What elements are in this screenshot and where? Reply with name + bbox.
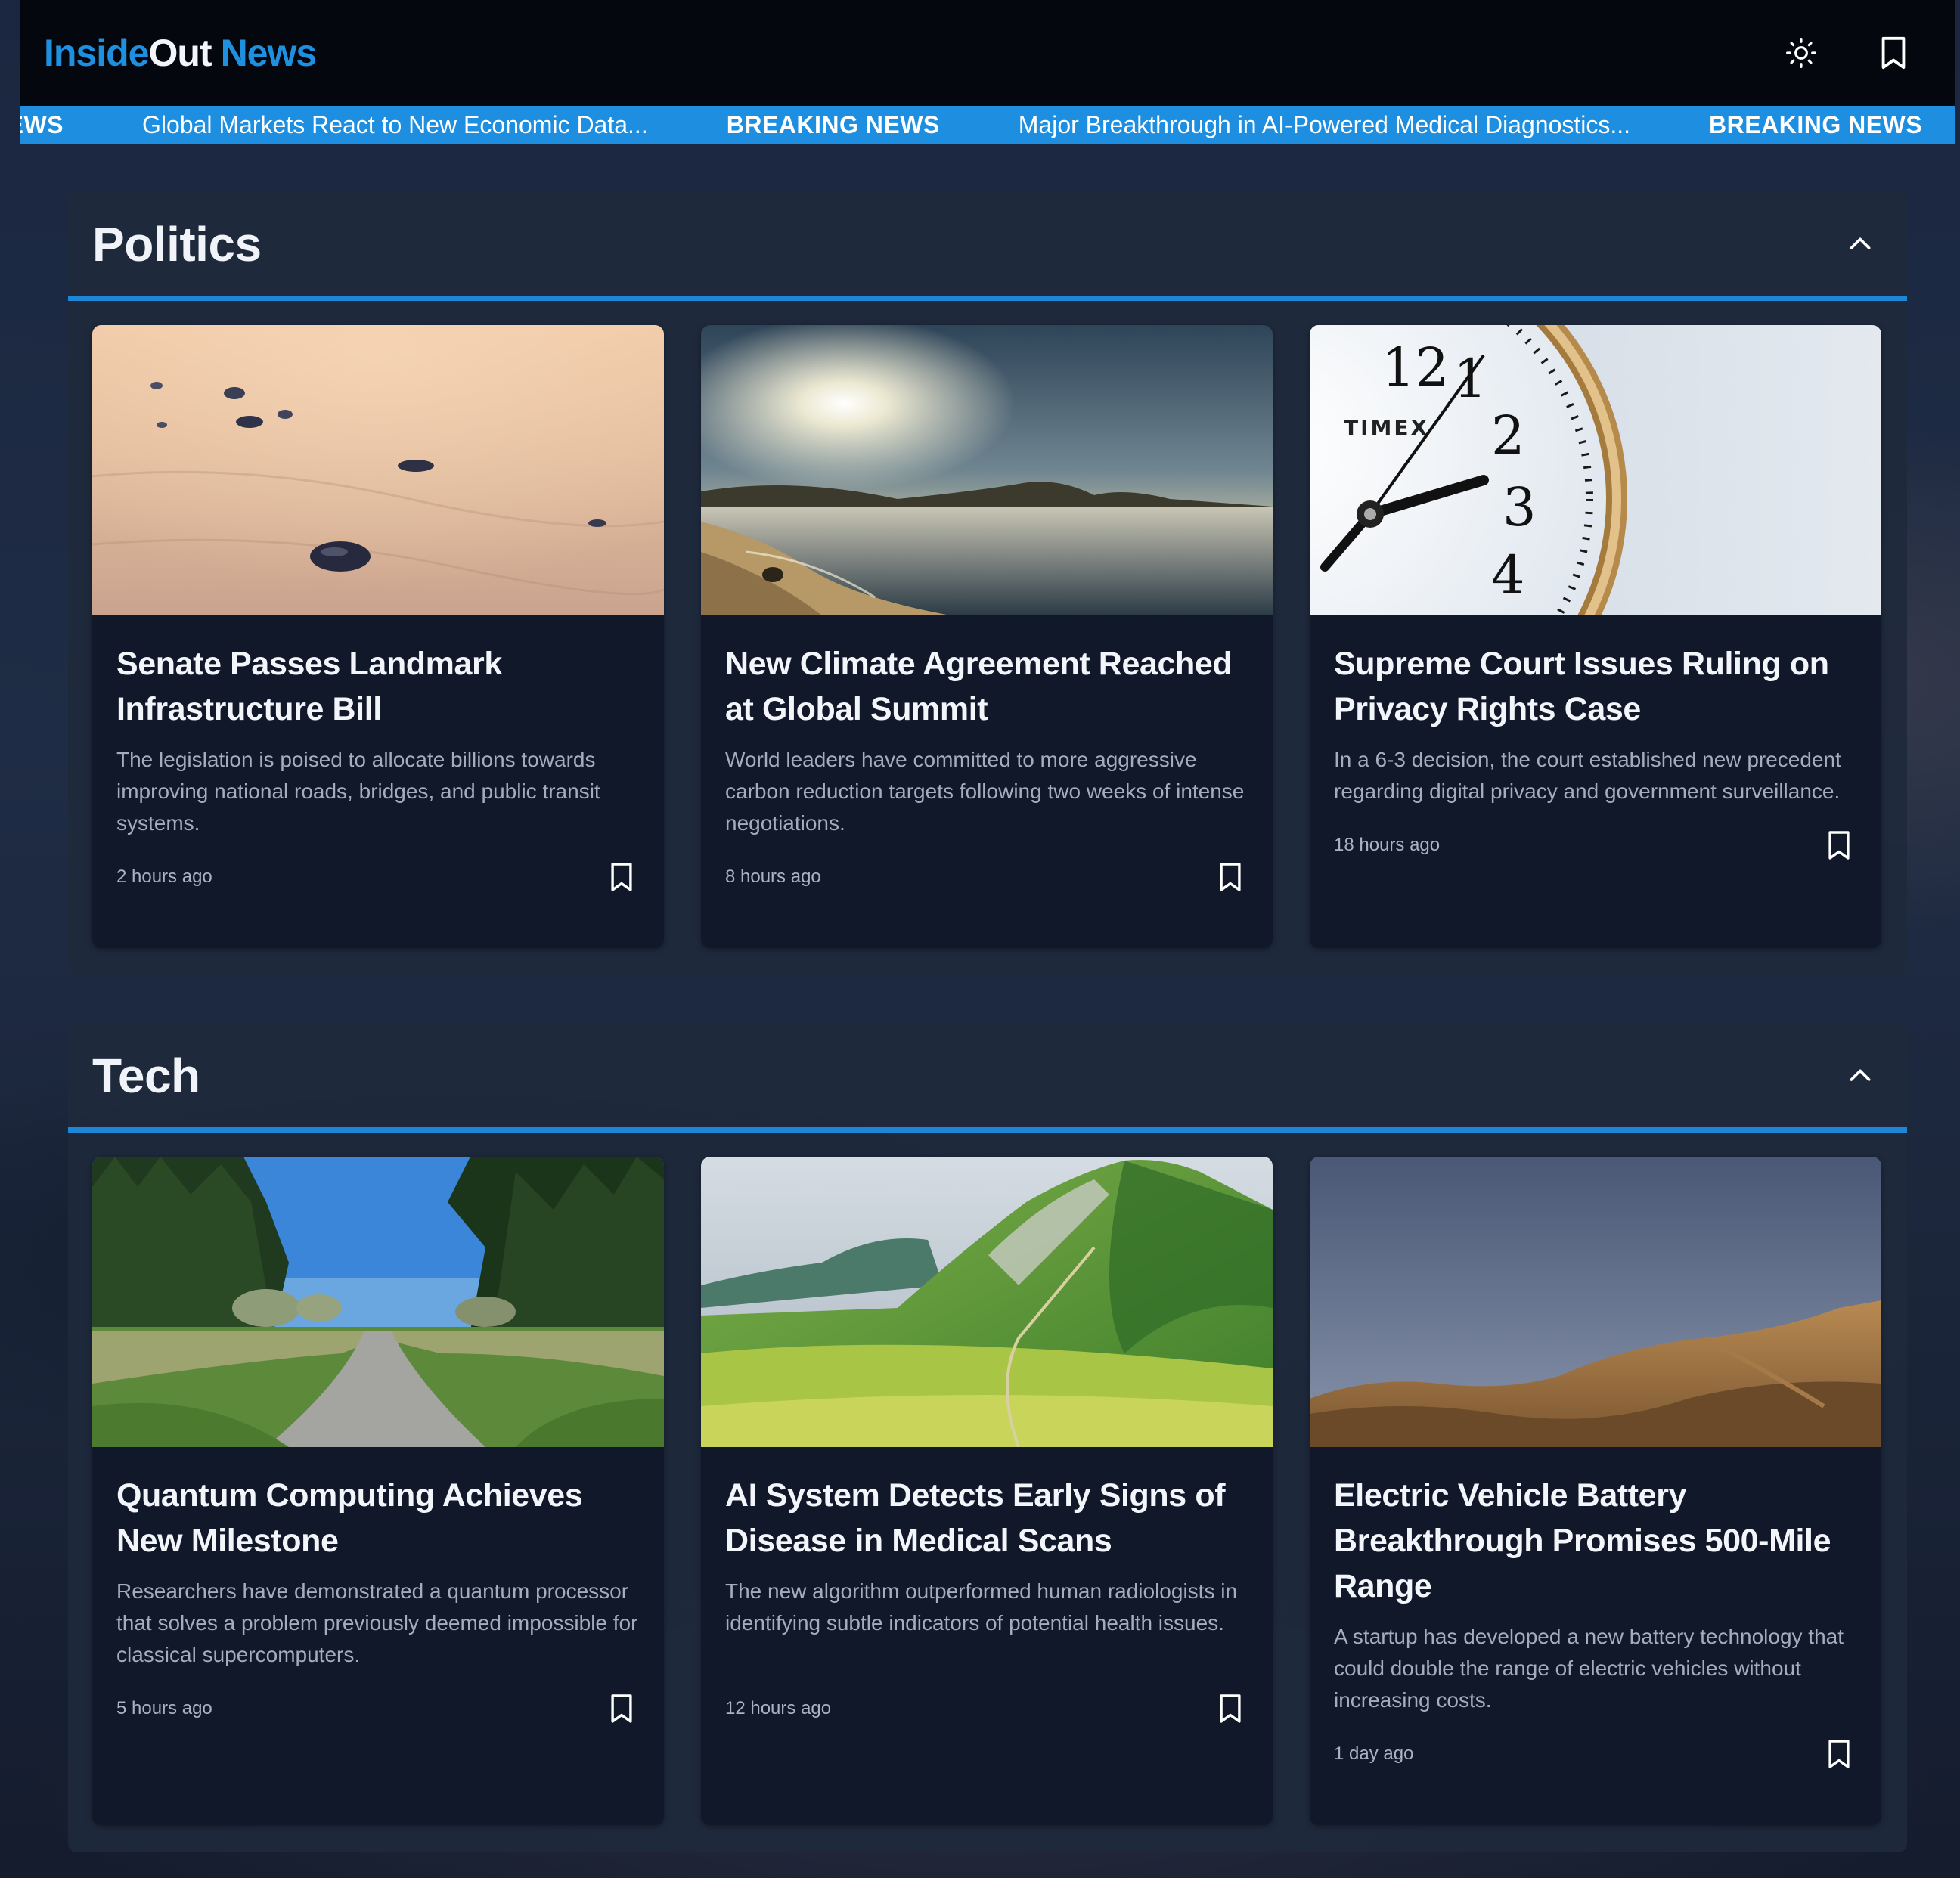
- top-bar: Inside Out News: [20, 0, 1955, 106]
- article-card[interactable]: New Climate Agreement Reached at Global …: [701, 325, 1273, 948]
- bookmark-icon: [611, 1694, 632, 1723]
- collapse-section-button[interactable]: [1839, 1055, 1881, 1097]
- article-title[interactable]: Senate Passes Landmark Infrastructure Bi…: [116, 641, 640, 732]
- article-title[interactable]: AI System Detects Early Signs of Disease…: [725, 1473, 1248, 1563]
- article-description: The legislation is poised to allocate bi…: [116, 748, 600, 835]
- bookmark-icon: [1220, 1694, 1241, 1723]
- article-card[interactable]: Quantum Computing Achieves New Milestone…: [92, 1157, 664, 1825]
- ticker-label: NEWS: [20, 110, 64, 138]
- section-title: Tech: [92, 1048, 200, 1103]
- section-header: Tech: [68, 1024, 1907, 1133]
- article-timestamp: 1 day ago: [1334, 1743, 1414, 1764]
- sun-icon: [1786, 38, 1816, 68]
- article-body: AI System Detects Early Signs of Disease…: [701, 1447, 1273, 1639]
- article-description: A startup has developed a new battery te…: [1334, 1625, 1844, 1712]
- article-body: Supreme Court Issues Ruling on Privacy R…: [1310, 615, 1881, 807]
- bookmark-icon: [1828, 1740, 1850, 1768]
- breaking-news-ticker: NEWS Global Markets React to New Economi…: [20, 106, 1955, 144]
- article-timestamp: 8 hours ago: [725, 866, 821, 887]
- site-logo[interactable]: Inside Out News: [44, 31, 318, 75]
- bookmark-article-button[interactable]: [1819, 826, 1859, 865]
- article-footer: 1 day ago: [1310, 1734, 1881, 1774]
- bookmark-icon: [1828, 831, 1850, 860]
- app: Inside Out News WS Global Markets React …: [20, 0, 1955, 1878]
- article-image: [701, 1157, 1273, 1447]
- chevron-up-icon: [1850, 237, 1871, 249]
- section-header: Politics: [68, 192, 1907, 301]
- section-title: Politics: [92, 216, 262, 271]
- ticker-headline[interactable]: Major Breakthrough in AI-Powered Medical…: [1019, 111, 1630, 139]
- article-footer: 18 hours ago: [1310, 826, 1881, 865]
- bookmark-article-button[interactable]: [602, 1689, 641, 1728]
- article-grid: Senate Passes Landmark Infrastructure Bi…: [68, 301, 1907, 948]
- article-card[interactable]: Senate Passes Landmark Infrastructure Bi…: [92, 325, 664, 948]
- article-card[interactable]: 12 1 2 3 4 TIMEX Supreme Court Issues Ru…: [1310, 325, 1881, 948]
- ticker-headline[interactable]: Global Markets React to New Economic Dat…: [142, 111, 648, 139]
- article-body: New Climate Agreement Reached at Global …: [701, 615, 1273, 839]
- article-image: [92, 1157, 664, 1447]
- article-title[interactable]: Quantum Computing Achieves New Milestone: [116, 1473, 640, 1563]
- clock-number: 3: [1503, 476, 1537, 538]
- article-timestamp: 18 hours ago: [1334, 835, 1441, 855]
- ticker-label: BREAKING NEWS: [726, 110, 940, 138]
- article-image: [92, 325, 664, 615]
- article-timestamp: 2 hours ago: [116, 866, 212, 887]
- bookmark-icon: [611, 863, 632, 891]
- collapse-section-button[interactable]: [1839, 223, 1881, 265]
- logo-inside: Inside: [44, 32, 149, 74]
- article-footer: 8 hours ago: [701, 857, 1273, 897]
- clock-number: 4: [1491, 544, 1525, 606]
- ticker-track: NEWS Global Markets React to New Economi…: [20, 106, 1955, 144]
- logo-out: Out: [148, 32, 212, 74]
- article-card[interactable]: Electric Vehicle Battery Breakthrough Pr…: [1310, 1157, 1881, 1825]
- article-description: World leaders have committed to more agg…: [725, 748, 1245, 835]
- clock-number: 12: [1382, 336, 1449, 398]
- logo-news: News: [220, 32, 318, 74]
- article-timestamp: 12 hours ago: [725, 1698, 832, 1718]
- saved-articles-button[interactable]: [1874, 33, 1913, 73]
- article-body: Quantum Computing Achieves New Milestone…: [92, 1447, 664, 1671]
- article-body: Electric Vehicle Battery Breakthrough Pr…: [1310, 1447, 1881, 1716]
- section-politics: Politics Senate Passes Landmark Infrastr…: [68, 192, 1907, 975]
- article-footer: 5 hours ago: [92, 1689, 664, 1728]
- article-image: [701, 325, 1273, 615]
- article-description: Researchers have demonstrated a quantum …: [116, 1579, 638, 1666]
- clock-brand: TIMEX: [1344, 415, 1429, 440]
- bookmark-article-button[interactable]: [1211, 1689, 1250, 1728]
- section-tech: Tech Quantum Computing Achieves New Mile…: [68, 1024, 1907, 1852]
- article-title[interactable]: Supreme Court Issues Ruling on Privacy R…: [1334, 641, 1857, 732]
- article-footer: 2 hours ago: [92, 857, 664, 897]
- bookmark-article-button[interactable]: [602, 857, 641, 897]
- header-actions: [1782, 33, 1931, 73]
- bookmark-article-button[interactable]: [1211, 857, 1250, 897]
- article-image: 12 1 2 3 4 TIMEX: [1310, 325, 1881, 615]
- clock-number: 2: [1491, 404, 1525, 466]
- article-image: [1310, 1157, 1881, 1447]
- article-description: The new algorithm outperformed human rad…: [725, 1579, 1238, 1635]
- theme-toggle-button[interactable]: [1782, 33, 1821, 73]
- article-card[interactable]: AI System Detects Early Signs of Disease…: [701, 1157, 1273, 1825]
- article-title[interactable]: Electric Vehicle Battery Breakthrough Pr…: [1334, 1473, 1857, 1609]
- chevron-up-icon: [1850, 1069, 1871, 1081]
- bookmark-article-button[interactable]: [1819, 1734, 1859, 1774]
- article-title[interactable]: New Climate Agreement Reached at Global …: [725, 641, 1248, 732]
- article-footer: 12 hours ago: [701, 1689, 1273, 1728]
- article-timestamp: 5 hours ago: [116, 1698, 212, 1718]
- article-description: In a 6-3 decision, the court established…: [1334, 748, 1841, 803]
- bookmark-icon: [1220, 863, 1241, 891]
- bookmark-icon: [1881, 36, 1906, 70]
- article-body: Senate Passes Landmark Infrastructure Bi…: [92, 615, 664, 839]
- article-grid: Quantum Computing Achieves New Milestone…: [68, 1133, 1907, 1825]
- ticker-label: BREAKING NEWS: [1709, 110, 1923, 138]
